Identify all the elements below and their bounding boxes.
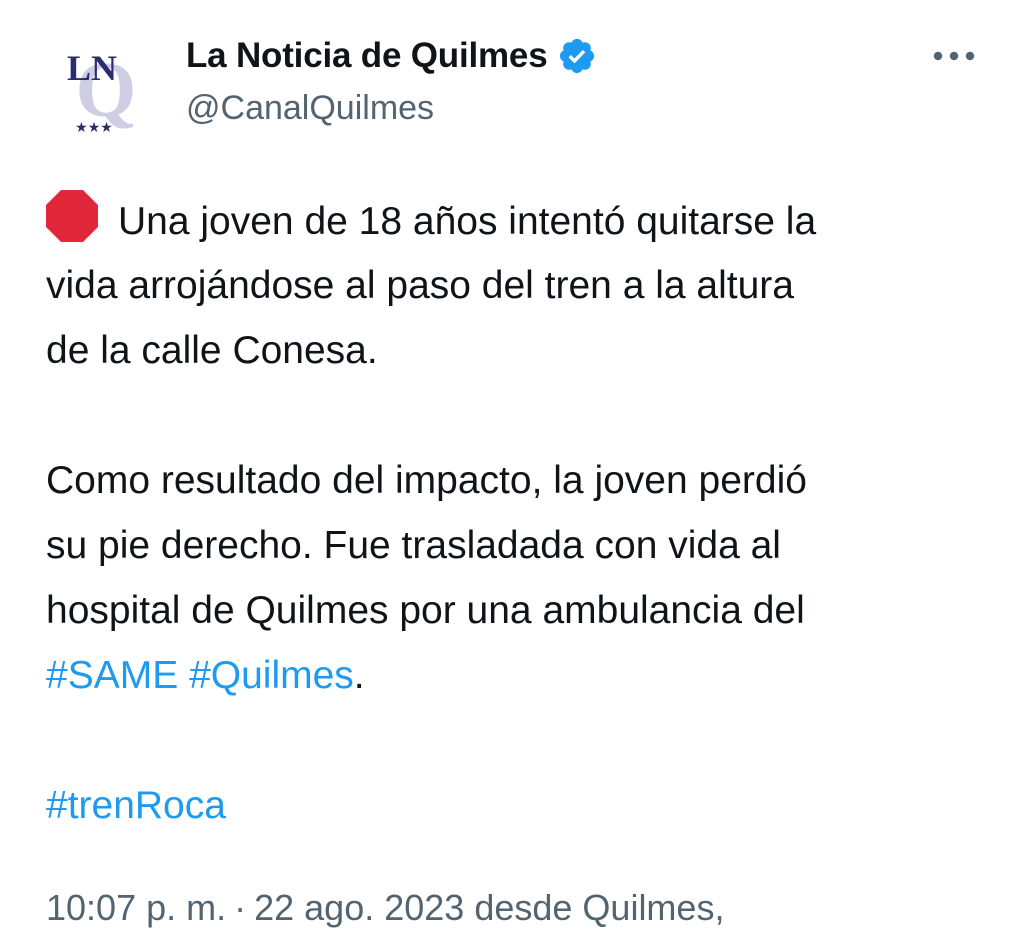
meta-separator: ·: [234, 887, 247, 928]
tweet-source: desde Quilmes,: [474, 887, 725, 928]
more-icon: [933, 51, 975, 61]
tweet-line-text: Una joven de 18 años intentó quitarse la: [118, 200, 817, 243]
author-handle[interactable]: @CanalQuilmes: [186, 86, 434, 130]
verified-badge-icon[interactable]: [557, 36, 597, 76]
avatar[interactable]: Q LN ★★★: [44, 34, 156, 146]
display-name[interactable]: La Noticia de Quilmes: [186, 34, 548, 78]
tweet: Q LN ★★★ La Noticia de Quilmes @CanalQui…: [0, 0, 1024, 935]
hashtag-trenroca[interactable]: #trenRoca: [46, 784, 226, 827]
tweet-line-8: #trenRoca: [46, 773, 986, 838]
tweet-line-1: Una joven de 18 años intentó quitarse la: [46, 188, 986, 253]
tweet-text: Una joven de 18 años intentó quitarse la…: [46, 188, 986, 838]
avatar-logo: Q LN ★★★: [44, 34, 156, 146]
tweet-line-6: hospital de Quilmes por una ambulancia d…: [46, 589, 805, 632]
avatar-initials: LN: [67, 48, 117, 88]
tweet-line-5: su pie derecho. Fue trasladada con vida …: [46, 524, 781, 567]
tweet-date[interactable]: 22 ago. 2023: [254, 887, 464, 928]
tweet-line-3: de la calle Conesa.: [46, 329, 378, 372]
tweet-meta: 10:07 p. m. · 22 ago. 2023 desde Quilmes,: [46, 878, 724, 935]
author-name-row: La Noticia de Quilmes: [186, 34, 597, 78]
more-button[interactable]: [926, 34, 982, 78]
avatar-stars: ★★★: [75, 120, 113, 136]
hashtag-quilmes[interactable]: #Quilmes: [189, 654, 354, 697]
hashtag-same[interactable]: #SAME: [46, 654, 178, 697]
tweet-time[interactable]: 10:07 p. m.: [46, 887, 226, 928]
tweet-line-4: Como resultado del impacto, la joven per…: [46, 459, 807, 502]
line-suffix: .: [353, 654, 365, 697]
tweet-line-2: vida arrojándose al paso del tren a la a…: [46, 264, 794, 307]
stop-sign-icon: [44, 188, 100, 244]
tweet-line-7: #SAME #Quilmes.: [46, 643, 986, 708]
